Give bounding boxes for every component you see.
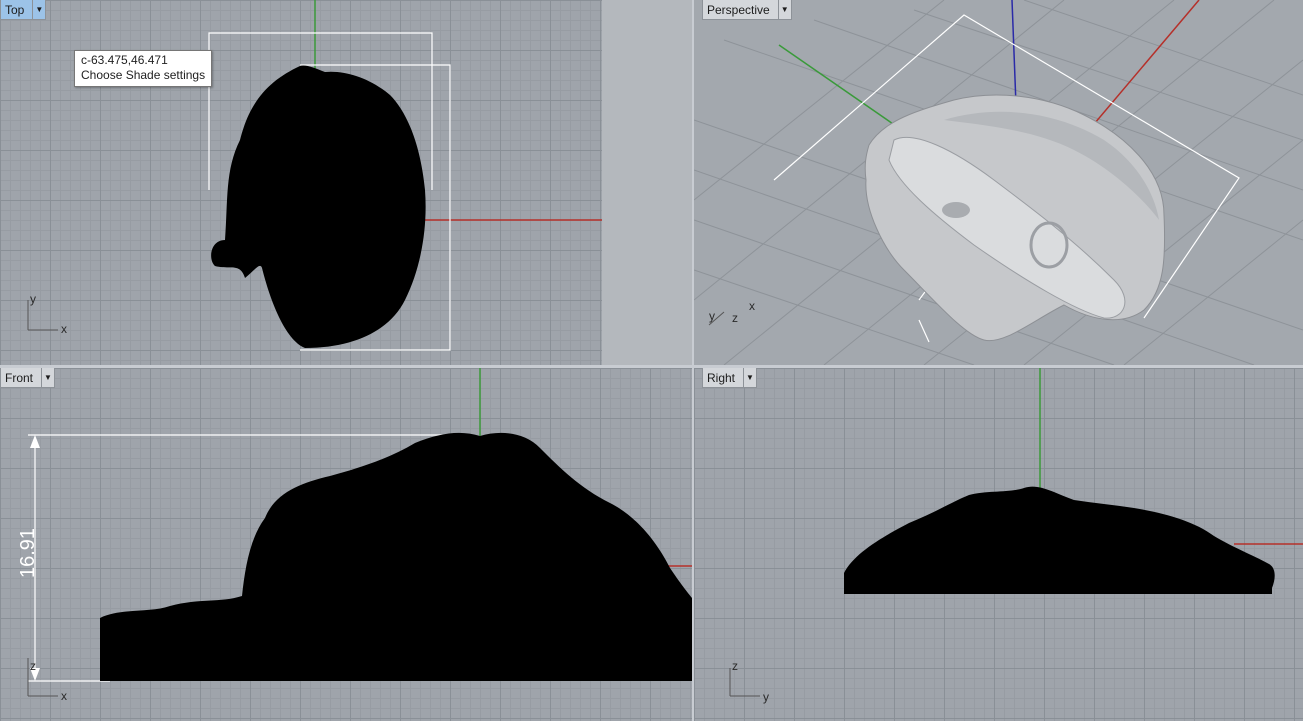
model-silhouette-right[interactable] [844,486,1275,594]
axis-label-z: z [732,311,738,325]
viewport-tab-right[interactable]: Right ▼ [702,368,758,388]
tooltip-text: Choose Shade settings [81,68,206,82]
axis-label-y: y [763,690,769,704]
right-view-scene: z y [729,368,1303,704]
model-eye-detail [942,202,970,218]
viewport-tab-perspective[interactable]: Perspective ▼ [702,0,792,20]
axis-label-y: y [709,309,715,323]
axis-label-x: x [61,322,67,336]
axis-label-z: z [732,659,738,673]
viewport-menu-arrow-icon[interactable]: ▼ [42,368,56,388]
viewport-front[interactable]: Front ▼ 16.91 z x [0,368,692,721]
status-tooltip: c-63.475,46.471 Choose Shade settings [74,50,213,87]
axis-label-z: z [30,659,36,673]
model-silhouette-top[interactable] [211,65,426,349]
axis-label-x: x [749,299,755,313]
viewport-tab-top[interactable]: Top ▼ [0,0,47,20]
y-axis-line [778,44,910,136]
axis-label-x: x [61,689,67,703]
viewport-label-perspective[interactable]: Perspective [702,0,779,20]
viewport-menu-arrow-icon[interactable]: ▼ [778,0,792,20]
perspective-view-scene: y z x [694,0,1303,365]
viewport-label-front[interactable]: Front [0,368,43,388]
viewport-menu-arrow-icon[interactable]: ▼ [33,0,47,20]
tooltip-coords: c-63.475,46.471 [81,53,168,67]
front-view-scene: 16.91 z x [17,368,692,703]
viewport-right[interactable]: Right ▼ z y [694,368,1303,721]
viewport-margin [602,0,692,365]
viewport-label-right[interactable]: Right [702,368,745,388]
dimension-value-height[interactable]: 16.91 [17,528,39,578]
viewport-menu-arrow-icon[interactable]: ▼ [744,368,758,388]
axis-label-y: y [30,292,36,306]
x-axis-line [1088,0,1200,131]
viewport-tab-front[interactable]: Front ▼ [0,368,56,388]
viewport-perspective[interactable]: Perspective ▼ y z x [694,0,1303,365]
dimension-arrow-top [30,435,40,448]
model-silhouette-front[interactable] [100,432,692,681]
viewport-top[interactable]: Top ▼ y x c-63.475,46.471 Choose Shade s… [0,0,692,365]
viewport-label-top[interactable]: Top [0,0,34,20]
